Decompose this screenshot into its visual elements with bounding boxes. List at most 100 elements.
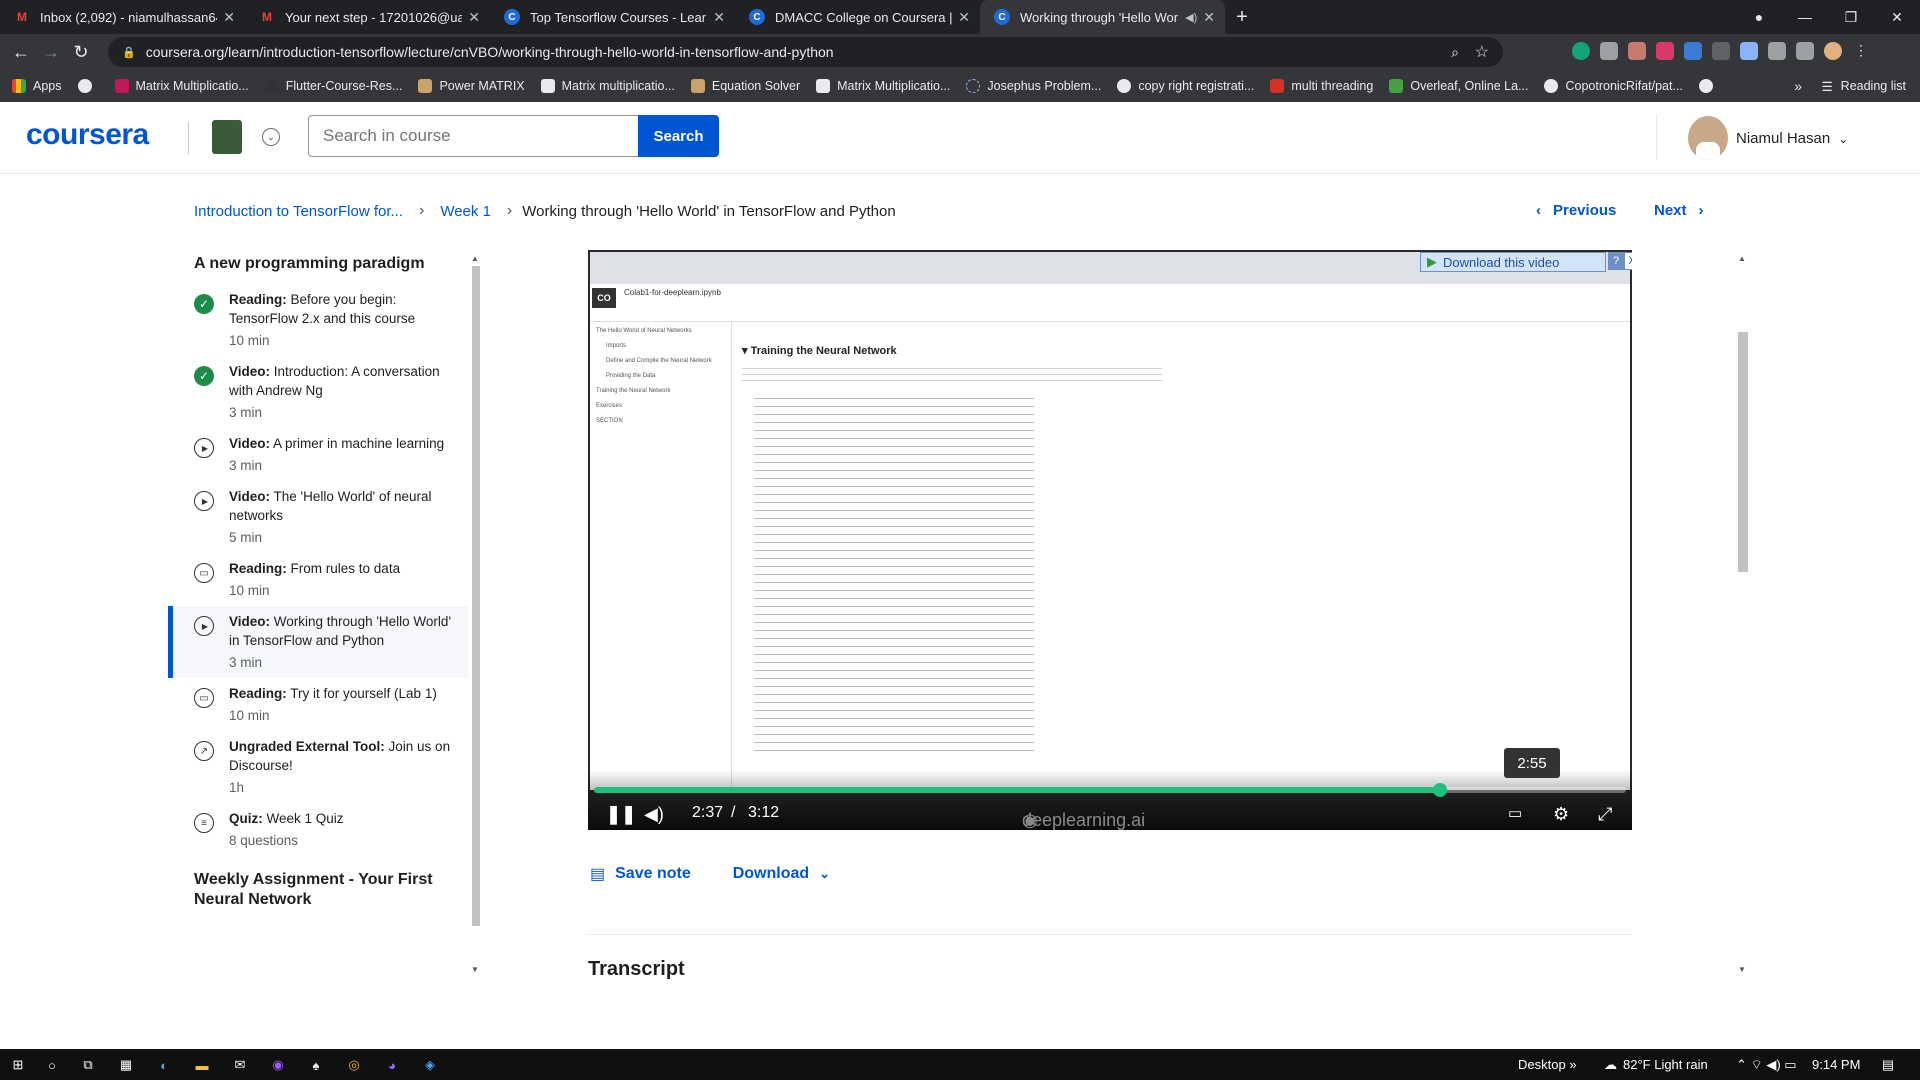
scroll-up-icon[interactable]: ▲ <box>1738 254 1746 263</box>
speaker-icon[interactable]: ◀) <box>1185 11 1197 24</box>
browser-tab-active[interactable]: C Working through 'Hello Wor ◀) ✕ <box>980 0 1225 34</box>
browser-tab[interactable]: M Inbox (2,092) - niamulhassan64@ ✕ <box>0 0 245 34</box>
profile-menu-icon[interactable]: ● <box>1736 9 1782 25</box>
scrollbar-thumb[interactable] <box>472 266 480 926</box>
close-window-icon[interactable]: ✕ <box>1874 9 1920 26</box>
lesson-item[interactable]: ↗ Ungraded External Tool: Join us on Disc… <box>168 731 468 803</box>
bookmark-item[interactable]: Power MATRIX <box>418 79 525 93</box>
puzzle-icon[interactable] <box>1768 42 1786 60</box>
scroll-up-icon[interactable]: ▲ <box>471 254 479 263</box>
game-icon[interactable]: ♠ <box>306 1055 326 1075</box>
windows-start-icon[interactable]: ⊞ <box>8 1055 28 1075</box>
scrollbar-thumb[interactable] <box>1738 332 1748 572</box>
bookmark-item[interactable]: CopotronicRifat/pat... <box>1544 79 1683 93</box>
scroll-down-icon[interactable]: ▼ <box>1738 965 1746 974</box>
mail-icon[interactable]: ✉ <box>230 1055 250 1075</box>
volume-icon[interactable]: ◀) <box>644 804 664 825</box>
lesson-item[interactable]: ✓ Video: Introduction: A conversation wit… <box>168 356 468 428</box>
next-button[interactable]: Next › <box>1654 202 1704 219</box>
extension-icon[interactable] <box>1656 42 1674 60</box>
lesson-item[interactable]: ▭ Reading: Try it for yourself (Lab 1) 10 … <box>168 678 468 731</box>
system-tray[interactable]: ⌃ ⌔ ◀) ▭ <box>1736 1057 1797 1073</box>
bookmark-item[interactable]: Matrix multiplicatio... <box>540 79 675 93</box>
download-icon[interactable] <box>1684 42 1702 60</box>
new-tab-button[interactable]: + <box>1225 0 1259 34</box>
bookmark-star-icon[interactable]: ☆ <box>1475 42 1489 62</box>
file-explorer-icon[interactable]: ▬ <box>192 1055 212 1075</box>
bookmark-item[interactable] <box>77 79 99 93</box>
sidebar-scrollbar[interactable]: ▲ ▼ <box>470 254 482 974</box>
page-scrollbar[interactable]: ▲ ▼ <box>1736 254 1750 974</box>
extension-icon[interactable] <box>1712 42 1730 60</box>
progress-bar[interactable] <box>594 783 1626 797</box>
bookmark-item[interactable]: multi threading <box>1270 79 1373 93</box>
discord-icon[interactable]: ◕ <box>382 1055 402 1075</box>
forward-icon[interactable]: → <box>36 42 66 63</box>
bookmark-item[interactable]: Overleaf, Online La... <box>1389 79 1528 93</box>
lesson-item[interactable]: ▭ Reading: From rules to data 10 min <box>168 553 468 606</box>
calculator-icon[interactable]: ▦ <box>116 1055 136 1075</box>
bookmark-item[interactable]: Josephus Problem... <box>966 79 1101 93</box>
bookmark-item[interactable]: Matrix Multiplicatio... <box>816 79 950 93</box>
clock[interactable]: 9:14 PM <box>1812 1057 1860 1072</box>
bookmark-item[interactable]: copy right registrati... <box>1117 79 1254 93</box>
pause-icon[interactable]: ❚❚ <box>606 804 636 825</box>
search-input[interactable] <box>308 115 639 157</box>
messenger-icon[interactable]: ◉ <box>268 1055 288 1075</box>
captions-icon[interactable]: ▭ <box>1508 804 1522 822</box>
weather-widget[interactable]: ☁ 82°F Light rain <box>1604 1057 1708 1073</box>
browser-tab[interactable]: CDMACC College on Coursera | Co✕ <box>735 0 980 34</box>
user-avatar[interactable] <box>1688 116 1728 160</box>
breadcrumb-course[interactable]: Introduction to TensorFlow for... <box>194 203 403 220</box>
back-icon[interactable]: ← <box>6 42 36 63</box>
desktop-toolbar[interactable]: Desktop » <box>1518 1057 1577 1072</box>
browser-tab[interactable]: C Top Tensorflow Courses - Learn T ✕ <box>490 0 735 34</box>
more-bookmarks-icon[interactable]: » <box>1794 78 1802 94</box>
close-tab-icon[interactable]: ✕ <box>713 9 725 26</box>
scroll-down-icon[interactable]: ▼ <box>471 965 479 974</box>
save-note-button[interactable]: ▤ Save note <box>590 864 691 884</box>
lesson-item-active[interactable]: ▶ Video: Working through 'Hello World' in… <box>168 606 468 678</box>
course-thumbnail[interactable] <box>212 120 242 154</box>
camera-icon[interactable] <box>1600 42 1618 60</box>
lesson-item[interactable]: ✓ Reading: Before you begin: TensorFlow 2… <box>168 284 468 356</box>
download-video-overlay[interactable]: ▶ Download this video <box>1420 252 1606 272</box>
pen-icon[interactable] <box>1740 42 1758 60</box>
task-view-icon[interactable]: ⧉ <box>78 1055 98 1075</box>
bookmark-item[interactable]: Equation Solver <box>690 79 800 93</box>
lock-icon[interactable]: 🔒 <box>122 46 136 59</box>
browser-tab[interactable]: M Your next step - 17201026@uap- ✕ <box>245 0 490 34</box>
extension-icon[interactable] <box>1628 42 1646 60</box>
video-player[interactable]: CO Colab1-for-deeplearn.ipynb The Hello … <box>588 250 1632 830</box>
help-icon[interactable]: ? <box>1608 252 1624 270</box>
bookmark-item[interactable] <box>1698 79 1720 93</box>
settings-gear-icon[interactable]: ⚙ <box>1553 804 1569 825</box>
menu-kebab-icon[interactable]: ⋮ <box>1852 42 1870 60</box>
lesson-item[interactable]: ≡ Quiz: Week 1 Quiz 8 questions <box>168 803 468 856</box>
edge-icon[interactable]: ◐ <box>154 1055 174 1075</box>
close-tab-icon[interactable]: ✕ <box>958 9 970 26</box>
vscode-icon[interactable]: ◈ <box>420 1055 440 1075</box>
close-tab-icon[interactable]: ✕ <box>223 9 235 26</box>
search-button[interactable]: Search <box>638 115 719 157</box>
bookmark-item[interactable]: Matrix Multiplicatio... <box>114 79 249 93</box>
search-icon[interactable]: ○ <box>42 1055 62 1075</box>
notifications-icon[interactable]: ▤ <box>1878 1055 1898 1075</box>
zoom-icon[interactable]: ⌕ <box>1451 44 1459 61</box>
bookmark-apps[interactable]: Apps <box>12 79 62 93</box>
reading-list-button[interactable]: ☰ Reading list <box>1821 79 1906 94</box>
minimize-icon[interactable]: — <box>1782 9 1828 25</box>
lesson-item[interactable]: ▶ Video: A primer in machine learning 3 mi… <box>168 428 468 481</box>
chrome-icon[interactable]: ◎ <box>344 1055 364 1075</box>
user-menu[interactable]: Niamul Hasan ⌄ <box>1736 130 1848 147</box>
fullscreen-icon[interactable]: ⤢ <box>1598 804 1612 825</box>
url-bar[interactable]: 🔒 coursera.org/learn/introduction-tensor… <box>108 37 1503 67</box>
close-tab-icon[interactable]: ✕ <box>1203 9 1215 26</box>
bookmark-item[interactable]: Flutter-Course-Res... <box>264 79 402 93</box>
grammarly-icon[interactable] <box>1572 42 1590 60</box>
previous-button[interactable]: ‹ Previous <box>1536 202 1616 219</box>
coursera-logo[interactable]: coursera <box>26 118 149 152</box>
breadcrumb-week[interactable]: Week 1 <box>440 203 491 220</box>
close-icon[interactable]: X <box>1624 252 1632 270</box>
close-tab-icon[interactable]: ✕ <box>468 9 480 26</box>
